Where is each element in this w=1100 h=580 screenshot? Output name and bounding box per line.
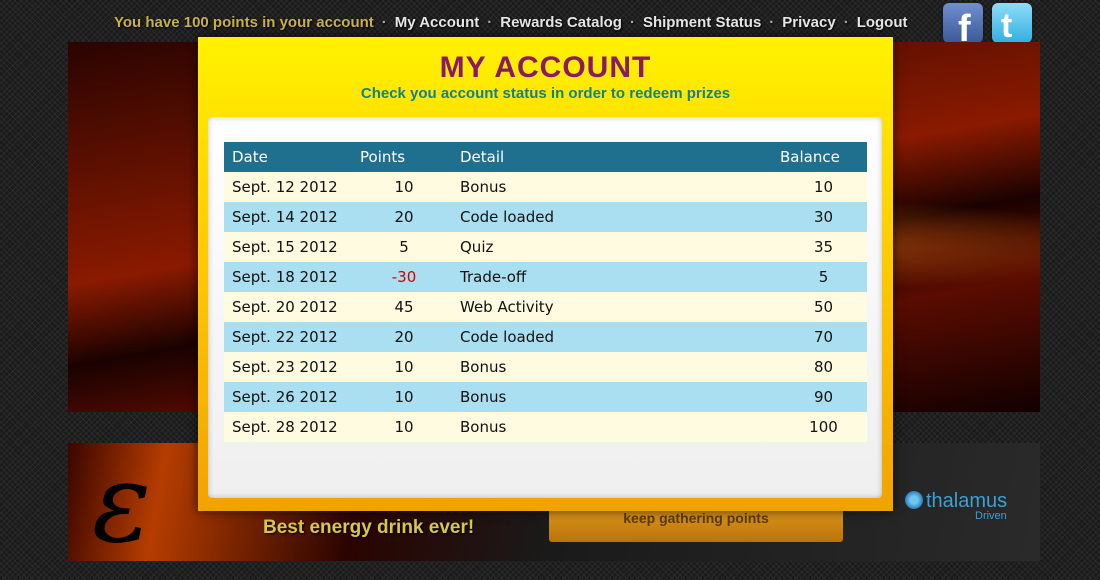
cell-points: 5 — [360, 232, 448, 262]
partner-logo: thalamus Driven — [905, 490, 1008, 522]
nav-separator: · — [487, 13, 493, 31]
nav-link-privacy[interactable]: Privacy — [782, 14, 835, 31]
table-row: Sept. 22 2012 20 Code loaded 70 — [224, 322, 867, 352]
cell-date: Sept. 23 2012 — [224, 352, 360, 382]
cell-balance: 80 — [780, 352, 867, 382]
cell-points: 20 — [360, 202, 448, 232]
table-row: Sept. 23 2012 10 Bonus 80 — [224, 352, 867, 382]
cell-detail: Bonus — [448, 352, 780, 382]
cell-points: 10 — [360, 172, 448, 202]
cell-points-negative: -30 — [360, 262, 448, 292]
nav-link-my-account[interactable]: My Account — [395, 14, 479, 31]
table-row: Sept. 26 2012 10 Bonus 90 — [224, 382, 867, 412]
cell-balance: 30 — [780, 202, 867, 232]
nav-link-logout[interactable]: Logout — [857, 14, 908, 31]
cell-detail: Bonus — [448, 412, 780, 442]
points-history-table: Date Points Detail Balance Sept. 12 2012… — [224, 142, 867, 442]
account-panel: Date Points Detail Balance Sept. 12 2012… — [208, 117, 882, 498]
svg-text:f: f — [958, 8, 971, 43]
table-row: Sept. 18 2012 -30 Trade-off 5 — [224, 262, 867, 292]
nav-link-shipment-status[interactable]: Shipment Status — [643, 14, 761, 31]
cell-balance: 100 — [780, 412, 867, 442]
cell-balance: 35 — [780, 232, 867, 262]
table-row: Sept. 28 2012 10 Bonus 100 — [224, 412, 867, 442]
cell-detail: Quiz — [448, 232, 780, 262]
modal-title: MY ACCOUNT — [439, 51, 652, 84]
cell-date: Sept. 28 2012 — [224, 412, 360, 442]
cell-points: 10 — [360, 412, 448, 442]
cell-date: Sept. 14 2012 — [224, 202, 360, 232]
thalamus-icon — [905, 491, 923, 509]
cell-detail: Bonus — [448, 172, 780, 202]
nav-separator: · — [843, 13, 849, 31]
facebook-icon[interactable]: f — [943, 3, 983, 43]
cell-date: Sept. 22 2012 — [224, 322, 360, 352]
modal-subtitle: Check you account status in order to red… — [360, 85, 731, 102]
cell-balance: 70 — [780, 322, 867, 352]
nav-link-rewards-catalog[interactable]: Rewards Catalog — [500, 14, 622, 31]
top-navigation: You have 100 points in your account · My… — [114, 12, 908, 32]
cell-detail: Web Activity — [448, 292, 780, 322]
brand-logo-icon: ε — [92, 439, 152, 567]
nav-separator: · — [381, 13, 387, 31]
table-row: Sept. 15 2012 5 Quiz 35 — [224, 232, 867, 262]
svg-text:t: t — [1001, 7, 1012, 43]
partner-name: thalamus — [926, 490, 1008, 512]
partner-subtitle: Driven — [975, 510, 1007, 522]
twitter-icon[interactable]: t — [992, 3, 1032, 43]
banner-tagline: Best energy drink ever! — [263, 517, 475, 538]
nav-separator: · — [629, 13, 635, 31]
cell-detail: Bonus — [448, 382, 780, 412]
nav-separator: · — [769, 13, 775, 31]
my-account-modal: MY ACCOUNT Check you account status in o… — [198, 37, 893, 511]
cell-points: 10 — [360, 352, 448, 382]
points-message: You have 100 points in your account — [114, 13, 374, 31]
table-header-row: Date Points Detail Balance — [224, 142, 867, 172]
table-row: Sept. 14 2012 20 Code loaded 30 — [224, 202, 867, 232]
column-header-points: Points — [360, 142, 448, 172]
cell-balance: 50 — [780, 292, 867, 322]
cell-date: Sept. 15 2012 — [224, 232, 360, 262]
cell-date: Sept. 18 2012 — [224, 262, 360, 292]
table-row: Sept. 12 2012 10 Bonus 10 — [224, 172, 867, 202]
cell-points: 20 — [360, 322, 448, 352]
table-row: Sept. 20 2012 45 Web Activity 50 — [224, 292, 867, 322]
column-header-detail: Detail — [448, 142, 780, 172]
column-header-date: Date — [224, 142, 360, 172]
cell-date: Sept. 20 2012 — [224, 292, 360, 322]
cell-detail: Code loaded — [448, 202, 780, 232]
cell-points: 10 — [360, 382, 448, 412]
cell-balance: 90 — [780, 382, 867, 412]
cell-balance: 10 — [780, 172, 867, 202]
cell-balance: 5 — [780, 262, 867, 292]
cell-date: Sept. 12 2012 — [224, 172, 360, 202]
column-header-balance: Balance — [780, 142, 867, 172]
cell-detail: Code loaded — [448, 322, 780, 352]
cell-date: Sept. 26 2012 — [224, 382, 360, 412]
cell-points: 45 — [360, 292, 448, 322]
cell-detail: Trade-off — [448, 262, 780, 292]
